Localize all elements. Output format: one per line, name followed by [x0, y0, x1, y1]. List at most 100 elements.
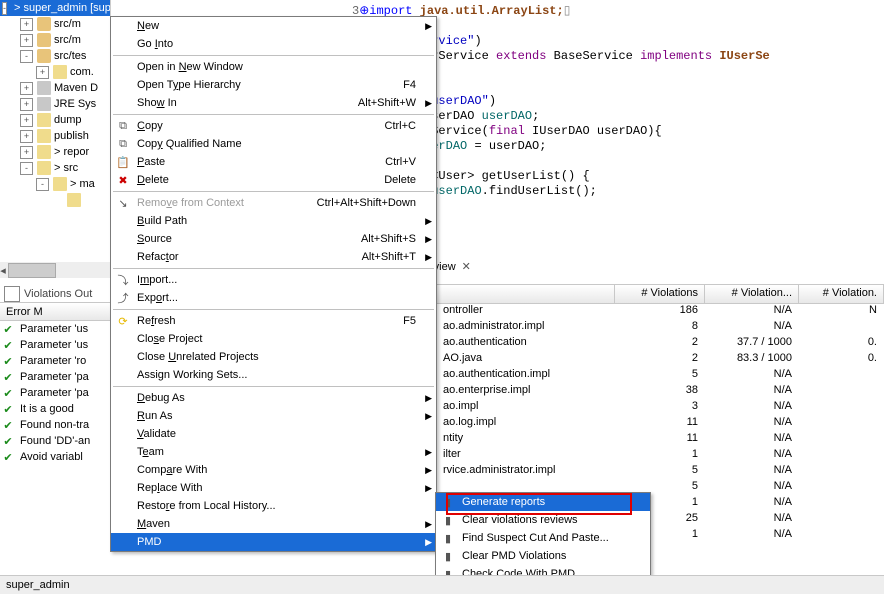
expander-icon[interactable]: + [20, 146, 33, 159]
menu-item-icon: ↘ [115, 195, 131, 211]
menu-item-label: Compare With [137, 464, 418, 476]
tree-node[interactable]: +src/m [0, 16, 110, 32]
violation-row[interactable]: ilter1N/A [437, 448, 884, 464]
expander-icon[interactable]: + [20, 114, 33, 127]
submenu-arrow-icon: ▶ [425, 21, 432, 32]
col-violation3[interactable]: # Violation. [799, 285, 884, 303]
menu-item[interactable]: 📋PasteCtrl+V [111, 153, 436, 171]
col-element[interactable] [437, 285, 615, 303]
node-icon [53, 177, 67, 191]
tree-node[interactable]: +Maven D [0, 80, 110, 96]
violation-row[interactable]: ao.authentication237.7 / 10000. [437, 336, 884, 352]
expander-icon[interactable]: + [36, 66, 49, 79]
cell-v2: N/A [705, 512, 799, 528]
node-icon [37, 161, 51, 175]
problem-text: Parameter 'us [20, 339, 88, 351]
cell-v2: N/A [705, 384, 799, 400]
menu-item[interactable]: ▮Clear PMD Violations [436, 547, 650, 565]
menu-item[interactable]: ▮Generate reports [436, 493, 650, 511]
node-label: > ma [70, 178, 95, 190]
violations-thead[interactable]: # Violations # Violation... # Violation. [437, 285, 884, 304]
expander-icon[interactable]: + [20, 34, 33, 47]
tree-node[interactable]: -> src [0, 160, 110, 176]
menu-item[interactable]: Restore from Local History... [111, 497, 436, 515]
menu-item-label: Generate reports [462, 496, 632, 508]
violation-row[interactable]: ao.enterprise.impl38N/A [437, 384, 884, 400]
cell-violations: 2 [615, 336, 705, 352]
violation-row[interactable]: rvice.administrator.impl5N/A [437, 464, 884, 480]
tree-node[interactable]: +publish [0, 128, 110, 144]
expander-icon[interactable]: + [20, 130, 33, 143]
expander-icon[interactable]: + [20, 98, 33, 111]
menu-item[interactable]: Compare With▶ [111, 461, 436, 479]
tree-node[interactable]: -src/tes [0, 48, 110, 64]
violation-row[interactable]: ao.administrator.impl8N/A [437, 320, 884, 336]
menu-item[interactable]: New▶ [111, 17, 436, 35]
problem-text: Avoid variabl [20, 451, 83, 463]
menu-item[interactable]: ⤵Import... [111, 271, 436, 289]
menu-item-label: Delete [137, 174, 418, 186]
tree-node[interactable]: - > ma [0, 176, 110, 192]
expander-icon[interactable]: - [20, 162, 33, 175]
violation-row[interactable]: ao.log.impl11N/A [437, 416, 884, 432]
cell-v2: N/A [705, 464, 799, 480]
menu-item[interactable]: Close Unrelated Projects [111, 348, 436, 366]
violation-row[interactable]: ao.authentication.impl5N/A [437, 368, 884, 384]
menu-item-label: Team [137, 446, 418, 458]
tree-node[interactable]: +JRE Sys [0, 96, 110, 112]
tree-node[interactable]: +com. [0, 64, 110, 80]
menu-item[interactable]: Build Path▶ [111, 212, 436, 230]
menu-item[interactable]: Open Type HierarchyF4 [111, 76, 436, 94]
menu-item[interactable]: ⟳RefreshF5 [111, 312, 436, 330]
violation-row[interactable]: ntity11N/A [437, 432, 884, 448]
tree-node[interactable]: +src/m [0, 32, 110, 48]
menu-item[interactable]: RefactorAlt+Shift+T▶ [111, 248, 436, 266]
menu-item[interactable]: Validate [111, 425, 436, 443]
cell-v3: N [799, 304, 884, 320]
submenu-arrow-icon: ▶ [425, 447, 432, 458]
menu-item[interactable]: Team ▶ [111, 443, 436, 461]
violation-row[interactable]: AO.java283.3 / 10000. [437, 352, 884, 368]
menu-item[interactable]: PMD▶ [111, 533, 436, 551]
menu-item[interactable]: ▮Clear violations reviews [436, 511, 650, 529]
expander-icon[interactable]: + [20, 82, 33, 95]
menu-item[interactable]: ▮Find Suspect Cut And Paste... [436, 529, 650, 547]
node-icon [37, 129, 51, 143]
menu-item[interactable]: Debug As▶ [111, 389, 436, 407]
cell-element: rvice.administrator.impl [437, 464, 615, 480]
menu-item[interactable]: Show InAlt+Shift+W▶ [111, 94, 436, 112]
tree-hscroll[interactable]: ◂ [0, 262, 110, 278]
project-node[interactable]: - > super_admin [superadmin master] [0, 0, 110, 16]
menu-item[interactable]: ⧉CopyCtrl+C [111, 117, 436, 135]
menu-item[interactable]: Replace With▶ [111, 479, 436, 497]
menu-item[interactable]: Assign Working Sets... [111, 366, 436, 384]
tree-node[interactable] [0, 192, 110, 208]
menu-item[interactable]: ✖DeleteDelete [111, 171, 436, 189]
check-icon: ✔ [2, 451, 14, 463]
collapse-icon[interactable]: - [2, 2, 7, 15]
menu-item[interactable]: Close Project [111, 330, 436, 348]
menu-item[interactable]: ⤴Export... [111, 289, 436, 307]
expander-icon[interactable]: - [20, 50, 33, 63]
menu-separator [113, 55, 434, 56]
menu-item-accelerator: Ctrl+C [385, 120, 416, 132]
cell-v3: 0. [799, 352, 884, 368]
tree-node[interactable]: +> repor [0, 144, 110, 160]
menu-item[interactable]: ⧉Copy Qualified Name [111, 135, 436, 153]
violation-row[interactable]: ao.impl3N/A [437, 400, 884, 416]
menu-item[interactable]: SourceAlt+Shift+S▶ [111, 230, 436, 248]
tree-node[interactable]: +dump [0, 112, 110, 128]
menu-item[interactable]: Open in New Window [111, 58, 436, 76]
menu-item[interactable]: Go Into [111, 35, 436, 53]
context-menu[interactable]: New▶Go Into Open in New WindowOpen Type H… [110, 16, 437, 552]
col-violation2[interactable]: # Violation... [705, 285, 799, 303]
close-icon[interactable]: ✕ [462, 260, 471, 273]
col-violations[interactable]: # Violations [615, 285, 705, 303]
pmd-submenu[interactable]: ▮Generate reports▮Clear violations revie… [435, 492, 651, 584]
expander-icon[interactable]: - [36, 178, 49, 191]
cell-v2: N/A [705, 496, 799, 512]
expander-icon[interactable]: + [20, 18, 33, 31]
violation-row[interactable]: ontroller186N/AN [437, 304, 884, 320]
menu-item[interactable]: Maven▶ [111, 515, 436, 533]
menu-item[interactable]: Run As▶ [111, 407, 436, 425]
